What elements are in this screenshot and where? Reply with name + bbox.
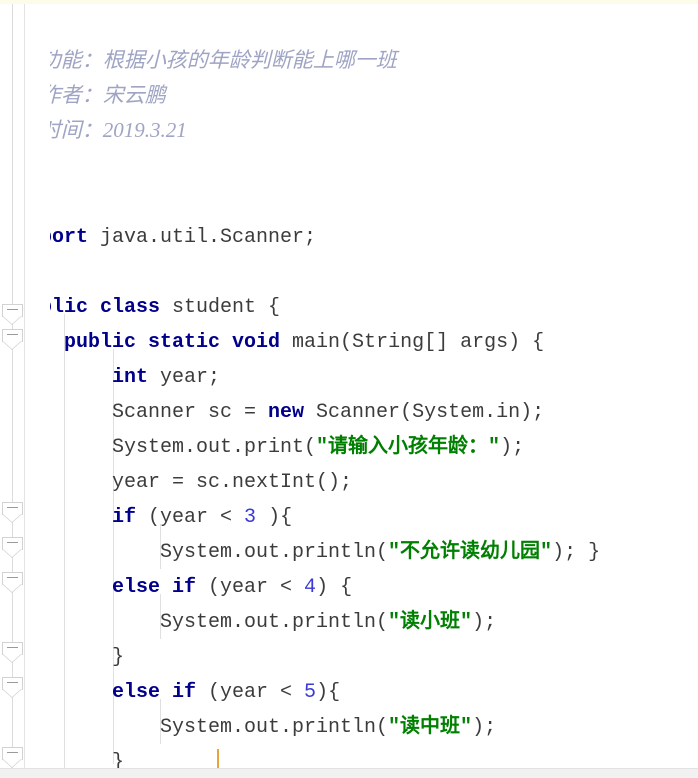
line-println-small-class-token-1: "读小班" bbox=[388, 611, 473, 634]
fold-close-fold-icon[interactable] bbox=[2, 747, 23, 768]
line-elseif-5-token-3: ){ bbox=[316, 681, 341, 704]
line-println-middle-class-token-0: System.out.println( bbox=[160, 716, 389, 739]
comment-line-date: * 时间：2019.3.21 bbox=[50, 118, 187, 142]
line-int-year-token-0: int bbox=[112, 366, 149, 389]
line-scanner[interactable]: Scanner sc = new Scanner(System.in); bbox=[112, 395, 544, 430]
line-elseif-4-token-1: (year < bbox=[196, 576, 305, 599]
fold-elseif-4-fold-icon[interactable] bbox=[2, 572, 23, 593]
line-elseif-5[interactable]: else if (year < 5){ bbox=[112, 675, 340, 710]
line-elseif-4-token-0: else if bbox=[112, 576, 197, 599]
line-elseif-4-token-2: 4 bbox=[304, 576, 317, 599]
fold-top-partial-fold-icon[interactable] bbox=[2, 329, 23, 350]
code-surface[interactable]: /** * 功能：根据小孩的年龄判断能上哪一班 * 作者：宋云鹏 * 时间：20… bbox=[50, 4, 698, 768]
indent-guide-level-1 bbox=[64, 314, 65, 768]
line-println-no-kindergarten-token-2: ); } bbox=[552, 541, 601, 564]
line-if-3-token-2: 3 bbox=[244, 506, 257, 529]
line-class-decl-token-1: student { bbox=[160, 296, 281, 319]
line-scanner-token-1: new bbox=[268, 401, 305, 424]
line-elseif-5-token-2: 5 bbox=[304, 681, 317, 704]
fold-class-fold-icon[interactable] bbox=[2, 304, 23, 325]
line-int-year[interactable]: int year; bbox=[112, 360, 220, 395]
line-elseif-4[interactable]: else if (year < 4) { bbox=[112, 570, 352, 605]
line-println-small-class-token-2: ); bbox=[472, 611, 497, 634]
fold-println-2-fold-icon[interactable] bbox=[2, 642, 23, 663]
code-editor: /** * 功能：根据小孩的年龄判断能上哪一班 * 作者：宋云鹏 * 时间：20… bbox=[0, 0, 698, 778]
comment-line-author: * 作者：宋云鹏 bbox=[50, 83, 166, 107]
line-main-decl[interactable]: public static void main(String[] args) { bbox=[64, 325, 544, 360]
fold-gutter[interactable] bbox=[0, 4, 25, 768]
fold-if-3-fold-icon[interactable] bbox=[2, 502, 23, 523]
line-println-no-kindergarten-token-0: System.out.println( bbox=[160, 541, 389, 564]
line-close-brace-1-token-0: } bbox=[112, 646, 125, 669]
line-if-3[interactable]: if (year < 3 ){ bbox=[112, 500, 292, 535]
comment-line-purpose: * 功能：根据小孩的年龄判断能上哪一班 bbox=[50, 48, 397, 72]
line-println-middle-class[interactable]: System.out.println("读中班"); bbox=[160, 710, 496, 745]
line-elseif-4-token-3: ) { bbox=[316, 576, 353, 599]
line-println-middle-class-token-1: "读中班" bbox=[388, 716, 473, 739]
line-int-year-token-1: year; bbox=[148, 366, 221, 389]
line-println-small-class[interactable]: System.out.println("读小班"); bbox=[160, 605, 496, 640]
line-elseif-5-token-1: (year < bbox=[196, 681, 305, 704]
line-close-brace-2-token-0: } bbox=[112, 751, 125, 768]
line-import-token-1: java.util.Scanner; bbox=[88, 226, 317, 249]
line-main-decl-token-0: public static void bbox=[64, 331, 281, 354]
line-print-prompt[interactable]: System.out.print("请输入小孩年龄："); bbox=[112, 430, 524, 465]
line-if-3-token-0: if bbox=[112, 506, 137, 529]
line-print-prompt-token-2: ); bbox=[500, 436, 525, 459]
line-println-no-kindergarten-token-1: "不允许读幼儿园" bbox=[388, 541, 553, 564]
line-print-prompt-token-0: System.out.print( bbox=[112, 436, 317, 459]
line-read-int[interactable]: year = sc.nextInt(); bbox=[112, 465, 352, 500]
horizontal-scrollbar[interactable] bbox=[0, 768, 698, 778]
fold-println-1-fold-icon[interactable] bbox=[2, 537, 23, 558]
line-main-decl-token-1: main(String[] args) { bbox=[280, 331, 545, 354]
line-println-no-kindergarten[interactable]: System.out.println("不允许读幼儿园"); } bbox=[160, 535, 600, 570]
line-import-token-0: import bbox=[50, 226, 89, 249]
fold-elseif-5-fold-icon[interactable] bbox=[2, 677, 23, 698]
line-println-middle-class-token-2: ); bbox=[472, 716, 497, 739]
line-class-decl[interactable]: public class student { bbox=[50, 290, 280, 325]
line-number-margin bbox=[25, 4, 50, 768]
line-print-prompt-token-1: "请输入小孩年龄：" bbox=[316, 436, 501, 459]
line-scanner-token-2: Scanner(System.in); bbox=[304, 401, 545, 424]
line-close-brace-2[interactable]: } bbox=[112, 745, 124, 768]
line-elseif-5-token-0: else if bbox=[112, 681, 197, 704]
line-import[interactable]: import java.util.Scanner; bbox=[50, 220, 316, 255]
line-close-brace-1[interactable]: } bbox=[112, 640, 124, 675]
line-scanner-token-0: Scanner sc = bbox=[112, 401, 269, 424]
line-class-decl-token-0: public class bbox=[50, 296, 161, 319]
line-if-3-token-3: ){ bbox=[256, 506, 293, 529]
text-caret bbox=[217, 749, 219, 768]
line-read-int-token-0: year = sc.nextInt(); bbox=[112, 471, 353, 494]
line-println-small-class-token-0: System.out.println( bbox=[160, 611, 389, 634]
line-if-3-token-1: (year < bbox=[136, 506, 245, 529]
